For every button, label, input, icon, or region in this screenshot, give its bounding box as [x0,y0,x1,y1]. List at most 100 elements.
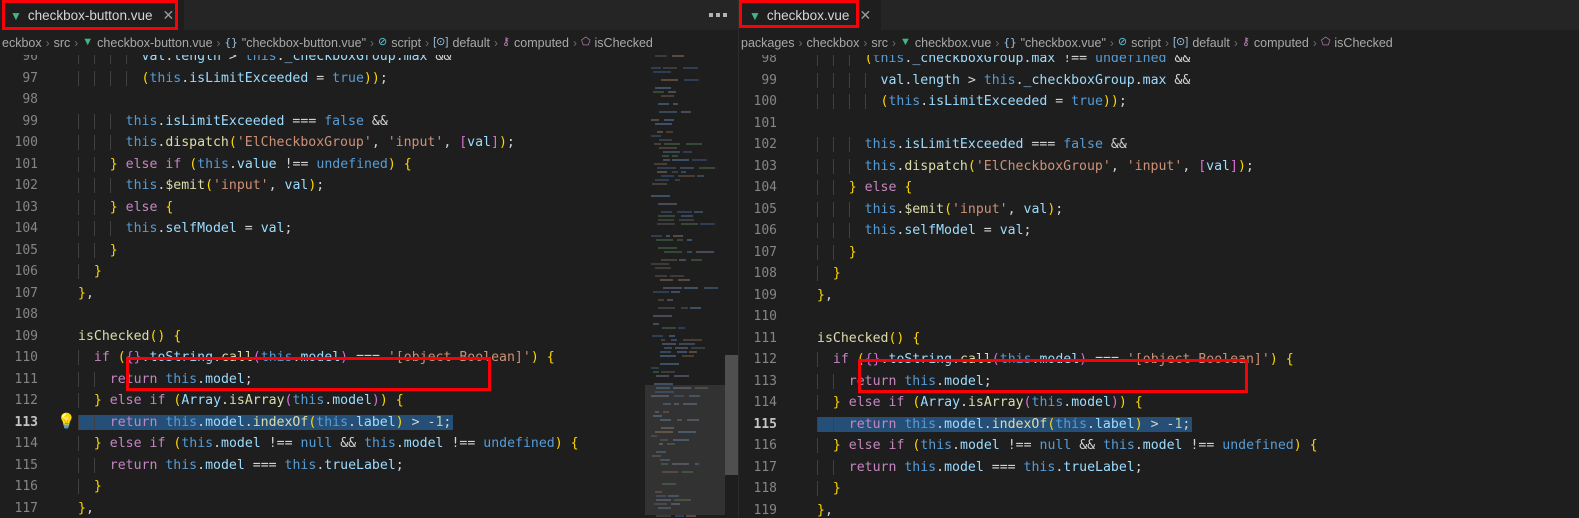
code-line[interactable]: 118 } [739,478,1579,500]
breadcrumb-item[interactable]: ⊘ script [1118,36,1161,50]
minimap-line [649,323,721,326]
code-line[interactable]: 116 } [0,476,739,498]
code-line[interactable]: 113 💡 return this.model.indexOf(this.labe… [0,412,739,434]
code-line[interactable]: 98 [0,89,739,111]
breadcrumb-item[interactable]: {} "checkbox-button.vue" [225,36,366,50]
breadcrumb-item[interactable]: {} "checkbox.vue" [1003,36,1106,50]
code-line[interactable]: 115 return this.model.indexOf(this.label… [739,414,1579,436]
code-line[interactable]: 103 this.dispatch('ElCheckboxGroup', 'in… [739,156,1579,178]
line-number: 119 [753,502,777,518]
code-line[interactable]: 101 } else if (this.value !== undefined)… [0,154,739,176]
code-line[interactable]: 112 } else if (Array.isArray(this.model)… [0,390,739,412]
code-line[interactable]: 108 } [739,263,1579,285]
code-line[interactable]: 99 val.length > this._checkboxGroup.max … [739,70,1579,92]
breadcrumb-item[interactable]: ▼ checkbox.vue [900,36,991,50]
breadcrumb-item[interactable]: src [54,36,71,50]
code-text: } else if (Array.isArray(this.model)) { [78,393,739,409]
tab-actions-left [709,0,739,30]
code-line[interactable]: 111 return this.model; [0,369,739,391]
tab-checkbox-button-vue[interactable]: ▼ checkbox-button.vue ✕ [0,0,185,30]
code-line[interactable]: 119}, [739,500,1579,518]
code-line[interactable]: 109}, [739,285,1579,307]
minimap-line [649,215,721,218]
breadcrumb-item[interactable]: ⊘ script [378,36,421,50]
minimap-left[interactable] [645,55,725,518]
minimap-line [649,223,721,226]
code-line[interactable]: 100 this.dispatch('ElCheckboxGroup', 'in… [0,132,739,154]
code-line[interactable]: 104 } else { [739,177,1579,199]
breadcrumb-item[interactable]: ⬠ isChecked [1321,36,1393,50]
code-editor-right[interactable]: 98 (this._checkboxGroup.max !== undefine… [739,55,1579,518]
breadcrumb-item[interactable]: ⬠ isChecked [581,36,653,50]
code-line[interactable]: 117}, [0,498,739,518]
code-line[interactable]: 105 this.$emit('input', val); [739,199,1579,221]
minimap-line [649,87,721,90]
minimap-line [649,371,721,374]
minimap-line [649,207,721,210]
breadcrumb-left: eckbox › src › ▼ checkbox-button.vue ›{} "check… [0,30,739,55]
line-number: 103 [14,199,38,215]
breadcrumb-item[interactable]: ⚷ computed [1242,36,1309,50]
code-line[interactable]: 112 if ({}.toString.call(this.model) ===… [739,349,1579,371]
code-text: return this.model.indexOf(this.label) > … [78,414,454,430]
code-line[interactable]: 103 } else { [0,197,739,219]
code-line[interactable]: 98 (this._checkboxGroup.max !== undefine… [739,55,1579,70]
breadcrumb-item[interactable]: eckbox [2,36,42,50]
more-actions-icon[interactable] [709,13,727,17]
code-line[interactable]: 97 (this.isLimitExceeded = true)); [0,68,739,90]
lightbulb-icon[interactable]: 💡 [57,414,76,429]
minimap-line [649,103,721,106]
code-line[interactable]: 99 this.isLimitExceeded === false && [0,111,739,133]
code-line[interactable]: 106 this.selfModel = val; [739,220,1579,242]
breadcrumb-item[interactable]: src [871,36,888,50]
code-line[interactable]: 110 if ({}.toString.call(this.model) ===… [0,347,739,369]
tab-checkbox-vue[interactable]: ▼ checkbox.vue ✕ [739,0,882,30]
minimap-slider[interactable] [645,385,725,515]
code-line[interactable]: 117 return this.model === this.trueLabel… [739,457,1579,479]
code-line[interactable]: 108 [0,304,739,326]
code-line[interactable]: 114 } else if (Array.isArray(this.model)… [739,392,1579,414]
code-line[interactable]: 96 val.length > this._checkboxGroup.max … [0,55,739,68]
code-line[interactable]: 115 return this.model === this.trueLabel… [0,455,739,477]
breadcrumb-item[interactable]: [⊙] default [433,36,490,50]
code-line[interactable]: 104 this.selfModel = val; [0,218,739,240]
minimap-line [649,95,721,98]
breadcrumb-item[interactable]: ⚷ computed [502,36,569,50]
minimap-line [649,315,721,318]
code-editor-left[interactable]: 96 val.length > this._checkboxGroup.max … [0,55,739,518]
code-text: this.selfModel = val; [78,221,739,237]
vertical-scrollbar-left[interactable] [725,55,739,518]
tab-label: checkbox.vue [766,8,850,23]
code-line[interactable]: 113 return this.model; [739,371,1579,393]
code-text: } [78,479,739,495]
code-line[interactable]: 107}, [0,283,739,305]
code-line[interactable]: 107 } [739,242,1579,264]
minimap-line [649,279,721,282]
code-line[interactable]: 110 [739,306,1579,328]
code-line[interactable]: 114 } else if (this.model !== null && th… [0,433,739,455]
breadcrumb-label: src [53,35,71,50]
code-line[interactable]: 102 this.$emit('input', val); [0,175,739,197]
close-icon[interactable]: ✕ [162,7,174,24]
code-line[interactable]: 105 } [0,240,739,262]
minimap-line [649,307,721,310]
breadcrumb-item[interactable]: checkbox [807,36,860,50]
code-line[interactable]: 101 [739,113,1579,135]
code-line[interactable]: 102 this.isLimitExceeded === false && [739,134,1579,156]
breadcrumb-item[interactable]: packages [741,36,795,50]
code-line[interactable]: 106 } [0,261,739,283]
line-number: 109 [753,287,777,303]
line-number: 112 [14,393,38,409]
code-text: }, [817,502,833,518]
breadcrumb-item[interactable]: ▼ checkbox-button.vue [82,36,212,50]
code-line[interactable]: 111 isChecked() { [739,328,1579,350]
code-line[interactable]: 116 } else if (this.model !== null && th… [739,435,1579,457]
close-icon[interactable]: ✕ [859,7,871,24]
symbol-key-icon: ⚷ [501,36,511,48]
code-line[interactable]: 100 (this.isLimitExceeded = true)); [739,91,1579,113]
code-line[interactable]: 109 isChecked() { [0,326,739,348]
tab-bar-filler [184,0,709,30]
minimap-line [649,71,721,74]
breadcrumb-item[interactable]: [⊙] default [1173,36,1230,50]
minimap-line [649,55,721,58]
